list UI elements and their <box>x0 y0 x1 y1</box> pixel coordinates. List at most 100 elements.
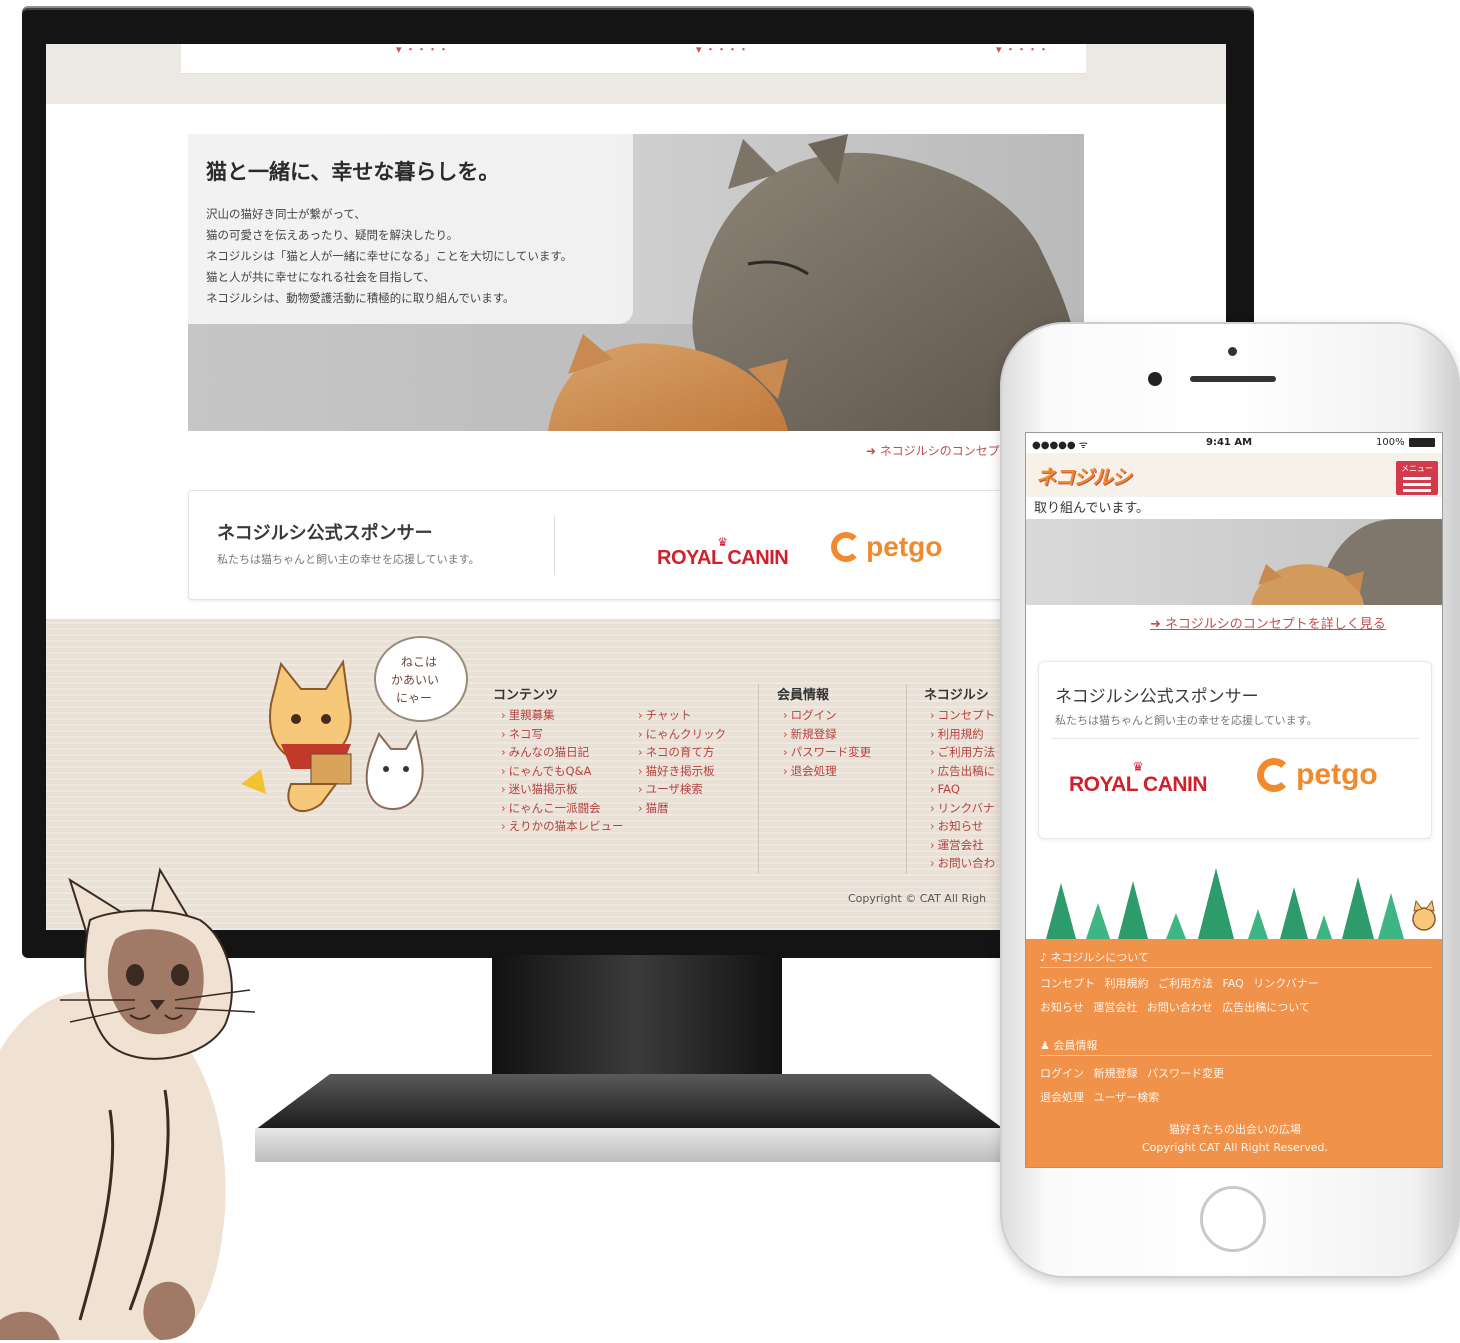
footer-link[interactable]: ネコ写 <box>501 725 624 744</box>
footer-link[interactable]: コンセプト <box>930 706 996 725</box>
signal-indicator: ●●●●● ᯤ <box>1032 440 1088 451</box>
hero-line: ネコジルシは「猫と人が一緒に幸せになる」ことを大切にしています。 <box>206 249 573 263</box>
footer-link[interactable]: 里親募集 <box>501 706 624 725</box>
footer-about-links[interactable]: コンセプト 利用規約 ご利用方法 FAQ リンクバナー <box>1040 975 1319 991</box>
royal-canin-logo[interactable]: ♛ ROYAL CANIN <box>1069 760 1208 797</box>
user-icon: ♟ <box>1040 1039 1054 1052</box>
footer-link[interactable]: にゃんでもQ&A <box>501 762 624 781</box>
sponsor-title: ネコジルシ公式スポンサー <box>217 523 433 544</box>
battery-icon <box>1409 438 1435 447</box>
phone-header: ネコジルシ メニュー <box>1026 453 1442 497</box>
footer-link[interactable]: リンクバナ <box>930 799 995 818</box>
footer-contents-col1: 里親募集 ネコ写 みんなの猫日記 にゃんでもQ&A 迷い猫掲示板 にゃんこ一派闘… <box>501 706 624 836</box>
desktop-top-card: ▾ ・・・・ ▾ ・・・・ ▾ ・・・・ <box>181 44 1086 74</box>
footer-link[interactable]: 退会処理 <box>783 762 871 781</box>
footer-link[interactable]: 猫暦 <box>638 799 726 818</box>
speech-line: にゃー <box>396 691 432 705</box>
footer-divider <box>1040 1055 1432 1056</box>
speech-line: かあいい <box>391 673 439 687</box>
sponsor-section: ネコジルシ公式スポンサー 私たちは猫ちゃんと飼い主の幸せを応援しています。 ♛ … <box>1038 661 1432 839</box>
petgo-wordmark: petgo <box>866 531 943 562</box>
siamese-cat-illustration <box>0 867 256 1340</box>
footer-link[interactable]: お知らせ <box>930 817 995 836</box>
menu-button[interactable]: メニュー <box>1396 461 1438 495</box>
desktop-hero-banner: 猫と一緒に、幸せな暮らしを。 沢山の猫好き同士が繋がって、 猫の可愛さを伝えあっ… <box>188 134 1084 431</box>
arrow-right-icon: ➜ <box>1150 617 1166 632</box>
footer-link[interactable]: FAQ <box>930 780 995 799</box>
footer-trees-decoration <box>1026 863 1442 939</box>
sponsor-subtitle: 私たちは猫ちゃんと飼い主の幸せを応援しています。 <box>1055 714 1318 727</box>
footer-link[interactable]: ご利用方法 <box>930 743 996 762</box>
footer-link[interactable]: パスワード変更 <box>783 743 872 762</box>
concept-link[interactable]: ➜ ネコジルシのコンセプトを詳しく見る <box>1150 613 1386 632</box>
footer-member-col: ログイン 新規登録 パスワード変更 退会処理 <box>783 706 872 781</box>
footer-link[interactable]: ログイン <box>783 706 871 725</box>
footer-link[interactable]: みんなの猫日記 <box>501 743 624 762</box>
phone-screen: ●●●●● ᯤ 9:41 AM 100% ネコジルシ メニュー 取り組んでいます… <box>1025 432 1443 1168</box>
monitor-stand-neck <box>492 955 782 1077</box>
footer-link[interactable]: 運営会社 <box>930 836 995 855</box>
footer-link[interactable]: 新規登録 <box>783 725 871 744</box>
footer-member-heading: 会員情報 <box>777 688 830 703</box>
footer-link[interactable]: 迷い猫掲示板 <box>501 780 624 799</box>
site-logo[interactable]: ネコジルシ <box>1036 461 1132 490</box>
status-bar: ●●●●● ᯤ 9:41 AM 100% <box>1026 433 1442 453</box>
bell-icon: ♪ <box>1040 951 1051 964</box>
status-time: 9:41 AM <box>1206 437 1253 448</box>
footer-link[interactable]: ネコの育て方 <box>638 743 726 762</box>
footer-link[interactable]: 利用規約 <box>930 725 995 744</box>
royal-canin-wordmark: ROYAL CANIN <box>657 547 789 569</box>
desktop-copyright: Copyright © CAT All Righ <box>848 892 987 905</box>
footer-about-links[interactable]: お知らせ 運営会社 お問い合わせ 広告出稿について <box>1040 999 1310 1015</box>
phone-footer: ♪ ネコジルシについて コンセプト 利用規約 ご利用方法 FAQ リンクバナー … <box>1026 939 1442 1167</box>
royal-canin-wordmark: ROYAL CANIN <box>1069 773 1208 796</box>
royal-canin-logo[interactable]: ♛ ROYAL CANIN <box>657 536 789 570</box>
footer-contents-heading: コンテンツ <box>493 688 559 703</box>
crown-icon: ♛ <box>1132 760 1144 775</box>
footer-link[interactable]: チャット <box>638 706 726 725</box>
arrow-right-icon: ➜ <box>866 444 880 458</box>
petgo-icon <box>831 532 861 562</box>
footer-member-links[interactable]: 退会処理 ユーザー検索 <box>1040 1089 1159 1105</box>
concept-link-label: ネコジルシのコンセプトを詳しく見る <box>1165 617 1386 632</box>
petgo-logo[interactable]: petgo <box>831 531 942 563</box>
phone-speaker <box>1190 376 1276 382</box>
sponsor-section: ネコジルシ公式スポンサー 私たちは猫ちゃんと飼い主の幸せを応援しています。 ♛ … <box>188 490 1084 600</box>
phone-sensor <box>1228 347 1237 356</box>
intro-text: 取り組んでいます。 <box>1034 501 1150 516</box>
concept-link-label: ネコジルシのコンセプ <box>879 444 1000 458</box>
hero-line: 猫の可愛さを伝えあったり、疑問を解決したり。 <box>206 228 459 242</box>
sponsor-subtitle: 私たちは猫ちゃんと飼い主の幸せを応援しています。 <box>217 553 480 566</box>
footer-link[interactable]: ユーザ検索 <box>638 780 726 799</box>
petgo-logo[interactable]: petgo <box>1257 758 1378 792</box>
footer-link[interactable]: えりかの猫本レビュー <box>501 817 624 836</box>
phone-camera <box>1148 372 1162 386</box>
hero-line: 沢山の猫好き同士が繋がって、 <box>206 207 366 221</box>
footer-divider <box>1040 967 1432 968</box>
footer-member-links[interactable]: ログイン 新規登録 パスワード変更 <box>1040 1065 1224 1081</box>
footer-link[interactable]: お問い合わ <box>930 854 996 873</box>
monitor-stand-base <box>255 1074 1005 1130</box>
footer-tagline: 猫好きたちの出会いの広場 <box>1169 1123 1301 1136</box>
monitor-stand-base-edge <box>255 1128 1005 1162</box>
footer-link[interactable]: にゃんクリック <box>638 725 727 744</box>
footer-link[interactable]: にゃんこ一派闘会 <box>501 799 624 818</box>
home-button[interactable] <box>1200 1186 1266 1252</box>
footer-link[interactable]: 猫好き掲示板 <box>638 762 726 781</box>
menu-label: メニュー <box>1401 464 1433 473</box>
petgo-icon <box>1257 758 1291 792</box>
sponsor-divider <box>1051 738 1419 739</box>
hero-cats-photo <box>1251 519 1442 605</box>
phone-copyright: Copyright CAT All Right Reserved. <box>1141 1141 1329 1154</box>
hero-text-box: 猫と一緒に、幸せな暮らしを。 沢山の猫好き同士が繋がって、 猫の可愛さを伝えあっ… <box>188 134 633 324</box>
mascot-illustration: ねこは かあいい にゃー <box>241 636 468 813</box>
footer-link[interactable]: 広告出稿に <box>930 762 996 781</box>
hamburger-icon <box>1403 477 1431 480</box>
footer-divider <box>906 684 907 874</box>
footer-divider <box>758 684 759 874</box>
footer-about-heading: ♪ ネコジルシについて <box>1040 949 1149 965</box>
speech-line: ねこは <box>401 655 437 669</box>
concept-link[interactable]: ➜ ネコジルシのコンセプ <box>866 442 1000 459</box>
footer-member-heading-label: 会員情報 <box>1053 1039 1098 1052</box>
sponsor-title: ネコジルシ公式スポンサー <box>1055 687 1259 707</box>
